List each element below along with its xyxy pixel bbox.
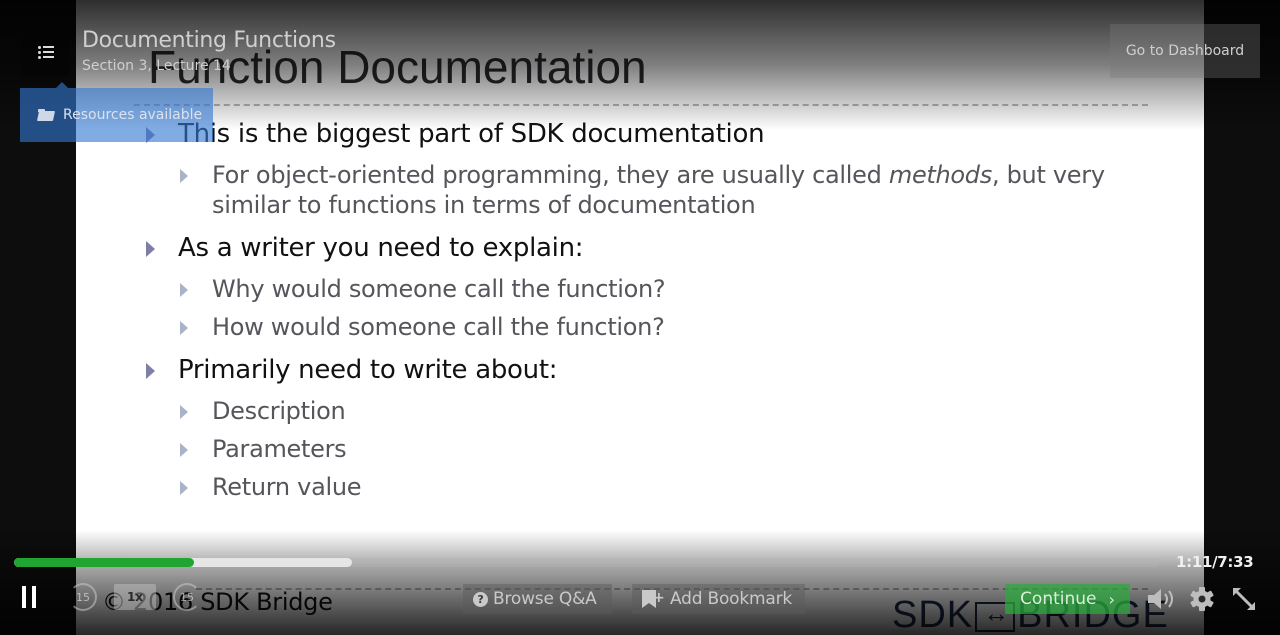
bookmark-plus-sign: + [653, 590, 665, 606]
list-icon [38, 45, 54, 59]
bullet-text: Why would someone call the function? [212, 275, 666, 303]
pause-button[interactable] [14, 582, 44, 612]
rewind-seconds: 15 [76, 590, 90, 604]
bullet-level2: Why would someone call the function? [144, 274, 1164, 304]
forward-seconds: 15 [180, 590, 194, 604]
browse-qa-button[interactable]: ? Browse Q&A [463, 584, 612, 614]
forward-15-button[interactable]: 15 [170, 580, 204, 614]
pause-icon [22, 586, 26, 608]
pause-icon-bar [32, 586, 36, 608]
go-to-dashboard-button[interactable]: Go to Dashboard [1110, 24, 1260, 78]
question-circle-icon: ? [473, 591, 488, 607]
bullet-triangle-icon [180, 321, 188, 335]
bullet-level2: Return value [144, 472, 1164, 502]
add-bookmark-label: Add Bookmark [670, 589, 793, 609]
progress-played [14, 558, 194, 567]
rewind-15-icon: 15 [69, 583, 97, 611]
bullet-text: Primarily need to write about: [178, 355, 558, 385]
lecture-subtitle: Section 3, Lecture 14 [82, 58, 231, 74]
bullet-text: Parameters [212, 435, 347, 463]
bullet-triangle-icon [146, 363, 155, 379]
bullet-level2: Description [144, 396, 1164, 426]
bullet-text: Description [212, 397, 346, 425]
rewind-15-button[interactable]: 15 [66, 580, 100, 614]
bullet-text: For object-oriented programming, they ar… [212, 161, 889, 189]
continue-button[interactable]: Continue › [1005, 584, 1130, 614]
bullet-text: As a writer you need to explain: [178, 233, 584, 263]
slide-title-divider [134, 104, 1148, 106]
continue-label: Continue [1020, 589, 1097, 609]
bullet-triangle-icon [180, 443, 188, 457]
forward-15-icon: 15 [173, 583, 201, 611]
lecture-slide: Function Documentation This is the bigge… [76, 0, 1204, 635]
bullet-level2: For object-oriented programming, they ar… [144, 160, 1164, 220]
bullet-emphasis: methods [888, 161, 992, 189]
bullet-text: Return value [212, 473, 362, 501]
playback-speed-button[interactable]: 1x [114, 584, 156, 610]
bullet-level2: Parameters [144, 434, 1164, 464]
bullet-level1: This is the biggest part of SDK document… [144, 116, 1164, 152]
progress-bar[interactable] [14, 558, 1160, 567]
tooltip-caret [56, 82, 68, 88]
volume-icon [1148, 589, 1173, 609]
bullet-triangle-icon [180, 169, 188, 183]
chevron-right-icon: › [1108, 589, 1115, 609]
bullet-text: This is the biggest part of SDK document… [178, 119, 765, 149]
slide-bullet-list: This is the biggest part of SDK document… [144, 114, 1164, 502]
bullet-level1: Primarily need to write about: [144, 352, 1164, 388]
volume-button[interactable] [1146, 585, 1176, 613]
bullet-triangle-icon [146, 241, 155, 257]
bullet-triangle-icon [180, 405, 188, 419]
gear-icon [1190, 587, 1214, 611]
fullscreen-button[interactable] [1230, 585, 1258, 613]
lecture-title: Documenting Functions [82, 28, 336, 53]
bullet-level2: How would someone call the function? [144, 312, 1164, 342]
curriculum-toggle-button[interactable] [22, 28, 70, 76]
expand-icon [1233, 588, 1255, 610]
folder-open-icon [38, 109, 54, 121]
bullet-triangle-icon [180, 481, 188, 495]
browse-qa-label: Browse Q&A [493, 589, 597, 609]
bullet-level1: As a writer you need to explain: [144, 230, 1164, 266]
time-readout: 1:11/7:33 [1176, 553, 1254, 571]
bullet-text: How would someone call the function? [212, 313, 665, 341]
bullet-triangle-icon [180, 283, 188, 297]
logo-text-left: SDK [892, 594, 974, 635]
settings-button[interactable] [1188, 585, 1216, 613]
resources-available-button[interactable]: Resources available [20, 82, 213, 142]
resources-label: Resources available [63, 107, 203, 123]
